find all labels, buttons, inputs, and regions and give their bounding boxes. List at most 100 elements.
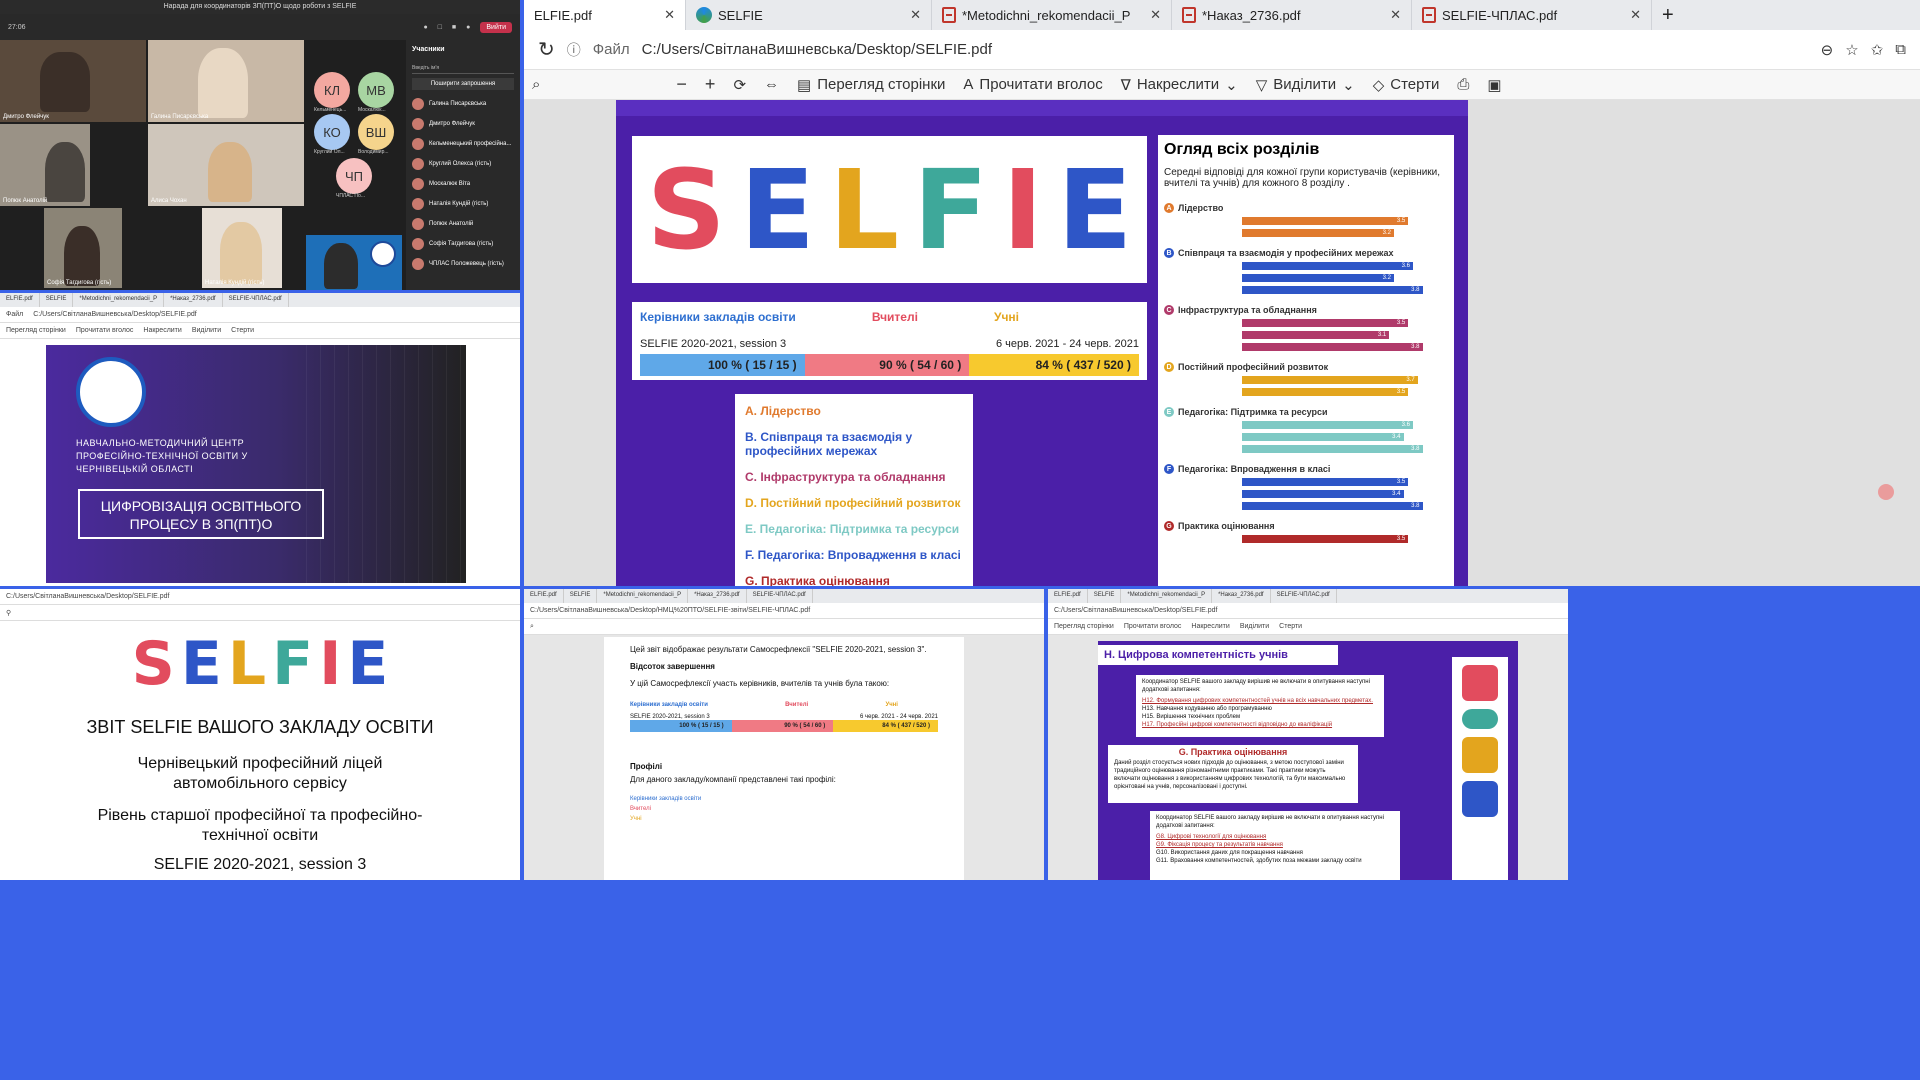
info-icon[interactable]: ⓘ: [567, 40, 581, 60]
chevron-down-icon[interactable]: ⌄: [1225, 76, 1238, 94]
list-item[interactable]: Попюк Анатолій: [406, 214, 520, 234]
leave-button[interactable]: Вийти: [480, 21, 512, 33]
overview-bar-row: 3.8: [1164, 501, 1448, 511]
rotate-icon[interactable]: ⟳: [733, 76, 746, 94]
video-tile[interactable]: Галина Писарєвська: [148, 40, 304, 122]
overview-bar-row: 3.1: [1164, 330, 1448, 340]
overview-subtitle: Середні відповіді для кожної групи корис…: [1164, 167, 1441, 189]
overview-bar: 3.5: [1242, 478, 1409, 486]
overview-bar: 3.2: [1242, 274, 1394, 282]
video-tile[interactable]: Наталія Кундій (гість): [202, 208, 282, 288]
highlight-button[interactable]: ▽ Виділити ⌄: [1256, 76, 1355, 94]
mic-icon[interactable]: ●: [466, 24, 470, 31]
pdf-page: Цей звіт відображає результати Самосрефл…: [604, 637, 964, 880]
search-icon[interactable]: ⚲: [6, 609, 11, 617]
list-item[interactable]: Галина Писарєвська: [406, 94, 520, 114]
video-tile[interactable]: Софія Тагдигова (гість): [44, 208, 122, 288]
erase-button[interactable]: ◇ Стерти: [1373, 76, 1440, 94]
list-item[interactable]: Софія Тагдигова (гість): [406, 234, 520, 254]
close-icon[interactable]: ✕: [664, 7, 675, 23]
tab-selfie-pdf[interactable]: ELFIE.pdf ✕: [524, 0, 686, 30]
refresh-icon[interactable]: ↻: [538, 37, 555, 62]
zoom-out-icon[interactable]: −: [676, 74, 687, 95]
favorites-icon[interactable]: ✩: [1871, 41, 1884, 59]
logo-icon: [370, 241, 396, 267]
page-view-button[interactable]: ▤ Перегляд сторінки: [797, 76, 945, 94]
tab-selfie[interactable]: SELFIE ✕: [686, 0, 932, 30]
collections-icon[interactable]: ⧉: [1895, 41, 1906, 58]
list-item[interactable]: Дмитро Флейчук: [406, 114, 520, 134]
tab[interactable]: SELFIE-ЧПЛАС.pdf: [223, 293, 289, 307]
session-label: SELFIE 2020-2021, session 3: [153, 856, 367, 873]
print-icon[interactable]: ⎙: [1457, 76, 1469, 93]
fit-page-icon[interactable]: ⇔: [764, 76, 779, 93]
close-icon[interactable]: ✕: [1150, 7, 1161, 23]
address-bar[interactable]: Файл C:/Users/СвітланаВишневська/Desktop/…: [0, 307, 520, 323]
close-icon[interactable]: ✕: [1630, 7, 1641, 23]
overview-title: Огляд всіх розділів: [1164, 141, 1320, 158]
list-item[interactable]: Круглий Олекса (гість): [406, 154, 520, 174]
tab[interactable]: *Наказ_2736.pdf: [164, 293, 223, 307]
overview-group: G Практика оцінювання 3.5: [1164, 521, 1448, 544]
camera-icon[interactable]: ■: [452, 24, 456, 31]
tab[interactable]: ELFIE.pdf: [0, 293, 40, 307]
tab[interactable]: *Metodichni_rekomendacii_P: [73, 293, 165, 307]
video-tile[interactable]: Алиса Чохан: [148, 124, 304, 206]
close-icon[interactable]: ✕: [1390, 7, 1401, 23]
illustration-icon: [1462, 709, 1498, 729]
favorite-icon[interactable]: ☆: [1845, 41, 1858, 59]
search-icon[interactable]: ⌕: [532, 76, 540, 93]
new-tab-button[interactable]: +: [1652, 0, 1684, 30]
avatar: [412, 138, 424, 150]
meeting-titlebar: Нарада для координаторів ЗП(ПТ)О щодо ро…: [0, 0, 520, 14]
overview-group-title: B Співпраця та взаємодія у професійних ме…: [1164, 248, 1448, 258]
search-icon[interactable]: ⌕: [530, 623, 534, 631]
video-tile[interactable]: Дмитро Флейчук: [0, 40, 146, 122]
overview-bar: 3.4: [1242, 433, 1404, 441]
people-icon[interactable]: ●: [423, 24, 427, 31]
slide-title: ЦИФРОВІЗАЦІЯ ОСВІТНЬОГО ПРОЦЕСУ В ЗП(ПТ)…: [78, 489, 324, 539]
eraser-icon: ◇: [1372, 76, 1385, 94]
avatar[interactable]: ЧП: [336, 158, 372, 194]
group-leaders: Керівники закладів освіти: [640, 310, 796, 324]
avatar[interactable]: МВ: [358, 72, 394, 108]
overview-bar-row: 3.5: [1164, 477, 1448, 487]
list-item[interactable]: ЧПЛАС Положевець (гість): [406, 254, 520, 274]
read-aloud-button[interactable]: A Прочитати вголос: [963, 76, 1102, 93]
overview-bar-row: 3.5: [1164, 318, 1448, 328]
g-questions-box: Координатор SELFIE вашого закладу виріши…: [1150, 811, 1400, 880]
zoom-in-icon[interactable]: +: [705, 74, 716, 95]
section-badge: E: [1164, 407, 1174, 417]
overview-bar-row: 3.8: [1164, 285, 1448, 295]
list-item[interactable]: Кельменецький професійна...: [406, 134, 520, 154]
avatar[interactable]: КО: [314, 114, 350, 150]
report-heading: ЗВІТ SELFIE ВАШОГО ЗАКЛАДУ ОСВІТИ: [86, 717, 434, 737]
tab[interactable]: SELFIE: [40, 293, 74, 307]
address-url[interactable]: C:/Users/СвітланаВишневська/Desktop/SELF…: [642, 41, 992, 58]
chat-icon[interactable]: □: [438, 24, 442, 31]
list-item[interactable]: Москалюк Віта: [406, 174, 520, 194]
overview-bar-row: 3.5: [1164, 216, 1448, 226]
tab-metodichni[interactable]: *Metodichni_rekomendacii_P ✕: [932, 0, 1172, 30]
share-invite-button[interactable]: Поширити запрошення: [412, 78, 514, 90]
address-bar[interactable]: C:/Users/СвітланаВишневська/Desktop/SELF…: [0, 589, 520, 605]
close-icon[interactable]: ✕: [910, 7, 921, 23]
avatar[interactable]: КЛ: [314, 72, 350, 108]
save-icon[interactable]: ▣: [1487, 76, 1501, 94]
address-bar[interactable]: C:/Users/СвітланаВишневська/Desktop/НМЦ%…: [524, 603, 1044, 619]
date-range: 6 черв. 2021 - 24 черв. 2021: [995, 338, 1139, 350]
section-badge: C: [1164, 305, 1174, 315]
overview-bar-row: 3.7: [1164, 375, 1448, 385]
tab-selfie-chplas[interactable]: SELFIE-ЧПЛАС.pdf ✕: [1412, 0, 1652, 30]
invite-input[interactable]: Введіть ім'я: [412, 63, 514, 74]
draw-button[interactable]: ∇ Накреслити ⌄: [1121, 76, 1238, 94]
avatar[interactable]: ВШ: [358, 114, 394, 150]
chevron-down-icon[interactable]: ⌄: [1342, 76, 1355, 94]
video-tile[interactable]: Попюк Анатолій: [0, 124, 90, 206]
address-bar[interactable]: C:/Users/СвітланаВишневська/Desktop/SELF…: [1048, 603, 1568, 619]
overview-bar: 3.5: [1242, 217, 1409, 225]
zoom-icon[interactable]: ⊖: [1821, 41, 1834, 59]
list-item[interactable]: Наталія Кундій (гість): [406, 194, 520, 214]
tab-nakaz[interactable]: *Наказ_2736.pdf ✕: [1172, 0, 1412, 30]
pdf-page: H. Цифрова компетентність учнів Координа…: [1098, 641, 1518, 880]
